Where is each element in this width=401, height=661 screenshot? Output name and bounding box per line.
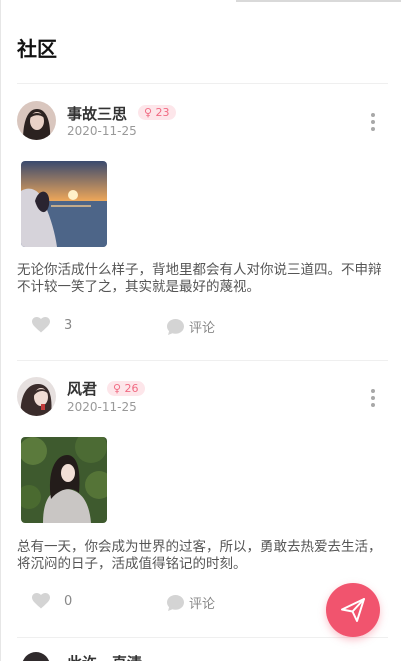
top-divider <box>236 0 401 2</box>
username[interactable]: 风君 <box>67 378 97 399</box>
more-options-icon[interactable] <box>366 111 380 133</box>
paper-plane-icon <box>341 598 365 622</box>
post-date: 2020-11-25 <box>67 124 137 138</box>
post-content: 总有一天，你会成为世界的过客，所以，勇敢去热爱去生活，将沉闷的日子，活成值得铭记… <box>17 539 382 572</box>
comment-button[interactable]: 评论 <box>167 593 215 612</box>
user-avatar[interactable] <box>17 101 56 140</box>
more-options-icon[interactable] <box>366 387 380 409</box>
like-button[interactable]: 3 <box>32 317 72 333</box>
gender-age-badge: ♀ 23 <box>138 105 176 120</box>
comment-icon <box>167 318 184 335</box>
comment-label: 评论 <box>189 597 216 612</box>
gender-age-badge: ♀ 26 <box>107 381 145 396</box>
username[interactable]: 事故三思 <box>67 103 127 124</box>
post-content: 无论你活成什么样子，背地里都会有人对你说三道四。不申辩不计较一笑了之，其实就是最… <box>17 262 382 295</box>
like-count: 0 <box>64 593 73 609</box>
heart-icon <box>32 317 50 333</box>
user-avatar[interactable] <box>22 652 50 661</box>
user-avatar[interactable] <box>17 377 56 416</box>
comment-label: 评论 <box>189 321 216 336</box>
divider <box>17 637 388 638</box>
divider <box>17 360 388 361</box>
left-edge <box>0 0 1 661</box>
page-title: 社区 <box>17 37 57 61</box>
like-button[interactable]: 0 <box>32 593 72 609</box>
like-count: 3 <box>64 317 73 333</box>
post-photo[interactable] <box>21 437 107 523</box>
comment-icon <box>167 594 184 611</box>
post-photo[interactable] <box>21 161 107 247</box>
comment-button[interactable]: 评论 <box>167 317 215 336</box>
heart-icon <box>32 593 50 609</box>
username[interactable]: 此许一直清 <box>67 652 142 661</box>
new-post-button[interactable] <box>326 583 380 637</box>
divider <box>17 83 388 84</box>
post-date: 2020-11-25 <box>67 400 137 414</box>
